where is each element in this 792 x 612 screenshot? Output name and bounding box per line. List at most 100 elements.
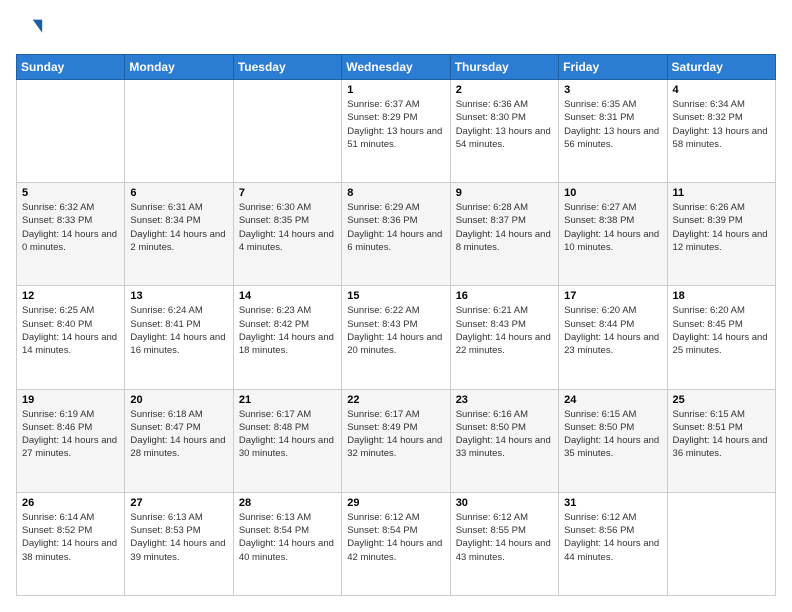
calendar-cell bbox=[125, 80, 233, 183]
day-number: 11 bbox=[673, 187, 770, 199]
day-number: 23 bbox=[456, 394, 553, 406]
calendar-cell: 8 Sunrise: 6:29 AM Sunset: 8:36 PM Daylig… bbox=[342, 183, 450, 286]
day-number: 28 bbox=[239, 497, 336, 509]
day-number: 9 bbox=[456, 187, 553, 199]
calendar-header-saturday: Saturday bbox=[667, 55, 775, 80]
day-info: Sunrise: 6:32 AM Sunset: 8:33 PM Dayligh… bbox=[22, 201, 119, 254]
day-number: 1 bbox=[347, 84, 444, 96]
day-info: Sunrise: 6:15 AM Sunset: 8:51 PM Dayligh… bbox=[673, 408, 770, 461]
day-info: Sunrise: 6:12 AM Sunset: 8:56 PM Dayligh… bbox=[564, 511, 661, 564]
calendar-header-wednesday: Wednesday bbox=[342, 55, 450, 80]
day-info: Sunrise: 6:20 AM Sunset: 8:44 PM Dayligh… bbox=[564, 304, 661, 357]
day-info: Sunrise: 6:37 AM Sunset: 8:29 PM Dayligh… bbox=[347, 98, 444, 151]
calendar-cell: 22 Sunrise: 6:17 AM Sunset: 8:49 PM Dayli… bbox=[342, 389, 450, 492]
day-number: 5 bbox=[22, 187, 119, 199]
calendar-cell: 30 Sunrise: 6:12 AM Sunset: 8:55 PM Dayli… bbox=[450, 492, 558, 595]
calendar-cell: 18 Sunrise: 6:20 AM Sunset: 8:45 PM Dayli… bbox=[667, 286, 775, 389]
calendar-week-row: 12 Sunrise: 6:25 AM Sunset: 8:40 PM Dayli… bbox=[17, 286, 776, 389]
day-number: 4 bbox=[673, 84, 770, 96]
day-info: Sunrise: 6:26 AM Sunset: 8:39 PM Dayligh… bbox=[673, 201, 770, 254]
day-info: Sunrise: 6:29 AM Sunset: 8:36 PM Dayligh… bbox=[347, 201, 444, 254]
logo bbox=[16, 16, 48, 44]
day-number: 2 bbox=[456, 84, 553, 96]
calendar-cell: 27Sunrise: 6:13 AM Sunset: 8:53 PM Dayli… bbox=[125, 492, 233, 595]
logo-icon bbox=[16, 16, 44, 44]
day-info: Sunrise: 6:24 AM Sunset: 8:41 PM Dayligh… bbox=[130, 304, 227, 357]
calendar-week-row: 19 Sunrise: 6:19 AM Sunset: 8:46 PM Dayli… bbox=[17, 389, 776, 492]
day-number: 18 bbox=[673, 290, 770, 302]
calendar-cell: 10 Sunrise: 6:27 AM Sunset: 8:38 PM Dayli… bbox=[559, 183, 667, 286]
day-number: 12 bbox=[22, 290, 119, 302]
day-info: Sunrise: 6:31 AM Sunset: 8:34 PM Dayligh… bbox=[130, 201, 227, 254]
calendar-cell: 14 Sunrise: 6:23 AM Sunset: 8:42 PM Dayli… bbox=[233, 286, 341, 389]
calendar-cell: 28Sunrise: 6:13 AM Sunset: 8:54 PM Dayli… bbox=[233, 492, 341, 595]
day-number: 15 bbox=[347, 290, 444, 302]
day-info: Sunrise: 6:23 AM Sunset: 8:42 PM Dayligh… bbox=[239, 304, 336, 357]
calendar-header-tuesday: Tuesday bbox=[233, 55, 341, 80]
day-info: Sunrise: 6:12 AM Sunset: 8:55 PM Dayligh… bbox=[456, 511, 553, 564]
day-number: 26 bbox=[22, 497, 119, 509]
day-info: Sunrise: 6:18 AM Sunset: 8:47 PM Dayligh… bbox=[130, 408, 227, 461]
day-number: 21 bbox=[239, 394, 336, 406]
day-number: 8 bbox=[347, 187, 444, 199]
day-info: Sunrise: 6:28 AM Sunset: 8:37 PM Dayligh… bbox=[456, 201, 553, 254]
calendar-header-friday: Friday bbox=[559, 55, 667, 80]
calendar-week-row: 5 Sunrise: 6:32 AM Sunset: 8:33 PM Daylig… bbox=[17, 183, 776, 286]
day-number: 17 bbox=[564, 290, 661, 302]
calendar-header-row: SundayMondayTuesdayWednesdayThursdayFrid… bbox=[17, 55, 776, 80]
calendar-cell: 17 Sunrise: 6:20 AM Sunset: 8:44 PM Dayli… bbox=[559, 286, 667, 389]
calendar-cell: 11 Sunrise: 6:26 AM Sunset: 8:39 PM Dayli… bbox=[667, 183, 775, 286]
day-info: Sunrise: 6:22 AM Sunset: 8:43 PM Dayligh… bbox=[347, 304, 444, 357]
calendar-cell: 16Sunrise: 6:21 AM Sunset: 8:43 PM Dayli… bbox=[450, 286, 558, 389]
calendar-cell: 1 Sunrise: 6:37 AM Sunset: 8:29 PM Daylig… bbox=[342, 80, 450, 183]
day-info: Sunrise: 6:16 AM Sunset: 8:50 PM Dayligh… bbox=[456, 408, 553, 461]
calendar-cell: 15 Sunrise: 6:22 AM Sunset: 8:43 PM Dayli… bbox=[342, 286, 450, 389]
day-info: Sunrise: 6:19 AM Sunset: 8:46 PM Dayligh… bbox=[22, 408, 119, 461]
day-info: Sunrise: 6:27 AM Sunset: 8:38 PM Dayligh… bbox=[564, 201, 661, 254]
calendar-header-sunday: Sunday bbox=[17, 55, 125, 80]
calendar-cell: 19 Sunrise: 6:19 AM Sunset: 8:46 PM Dayli… bbox=[17, 389, 125, 492]
calendar-header-thursday: Thursday bbox=[450, 55, 558, 80]
day-number: 19 bbox=[22, 394, 119, 406]
day-info: Sunrise: 6:25 AM Sunset: 8:40 PM Dayligh… bbox=[22, 304, 119, 357]
day-number: 30 bbox=[456, 497, 553, 509]
calendar-cell: 3Sunrise: 6:35 AM Sunset: 8:31 PM Daylig… bbox=[559, 80, 667, 183]
calendar-cell: 7 Sunrise: 6:30 AM Sunset: 8:35 PM Daylig… bbox=[233, 183, 341, 286]
day-number: 6 bbox=[130, 187, 227, 199]
header bbox=[16, 16, 776, 44]
day-number: 13 bbox=[130, 290, 227, 302]
day-info: Sunrise: 6:12 AM Sunset: 8:54 PM Dayligh… bbox=[347, 511, 444, 564]
calendar-cell: 6 Sunrise: 6:31 AM Sunset: 8:34 PM Daylig… bbox=[125, 183, 233, 286]
day-number: 10 bbox=[564, 187, 661, 199]
day-number: 22 bbox=[347, 394, 444, 406]
day-number: 27 bbox=[130, 497, 227, 509]
page: SundayMondayTuesdayWednesdayThursdayFrid… bbox=[0, 0, 792, 612]
calendar-cell: 24Sunrise: 6:15 AM Sunset: 8:50 PM Dayli… bbox=[559, 389, 667, 492]
day-number: 7 bbox=[239, 187, 336, 199]
day-info: Sunrise: 6:14 AM Sunset: 8:52 PM Dayligh… bbox=[22, 511, 119, 564]
calendar-cell: 4Sunrise: 6:34 AM Sunset: 8:32 PM Daylig… bbox=[667, 80, 775, 183]
calendar-week-row: 26 Sunrise: 6:14 AM Sunset: 8:52 PM Dayli… bbox=[17, 492, 776, 595]
calendar-cell: 2Sunrise: 6:36 AM Sunset: 8:30 PM Daylig… bbox=[450, 80, 558, 183]
day-info: Sunrise: 6:20 AM Sunset: 8:45 PM Dayligh… bbox=[673, 304, 770, 357]
calendar-cell: 29 Sunrise: 6:12 AM Sunset: 8:54 PM Dayli… bbox=[342, 492, 450, 595]
calendar-cell: 26 Sunrise: 6:14 AM Sunset: 8:52 PM Dayli… bbox=[17, 492, 125, 595]
day-number: 24 bbox=[564, 394, 661, 406]
calendar-cell: 31 Sunrise: 6:12 AM Sunset: 8:56 PM Dayli… bbox=[559, 492, 667, 595]
day-number: 29 bbox=[347, 497, 444, 509]
calendar-cell: 23 Sunrise: 6:16 AM Sunset: 8:50 PM Dayli… bbox=[450, 389, 558, 492]
day-info: Sunrise: 6:17 AM Sunset: 8:48 PM Dayligh… bbox=[239, 408, 336, 461]
calendar-table: SundayMondayTuesdayWednesdayThursdayFrid… bbox=[16, 54, 776, 596]
calendar-header-monday: Monday bbox=[125, 55, 233, 80]
calendar-cell: 25 Sunrise: 6:15 AM Sunset: 8:51 PM Dayli… bbox=[667, 389, 775, 492]
day-info: Sunrise: 6:35 AM Sunset: 8:31 PM Dayligh… bbox=[564, 98, 661, 151]
calendar-cell bbox=[667, 492, 775, 595]
calendar-cell: 12 Sunrise: 6:25 AM Sunset: 8:40 PM Dayli… bbox=[17, 286, 125, 389]
day-number: 14 bbox=[239, 290, 336, 302]
day-number: 31 bbox=[564, 497, 661, 509]
calendar-cell bbox=[17, 80, 125, 183]
day-info: Sunrise: 6:17 AM Sunset: 8:49 PM Dayligh… bbox=[347, 408, 444, 461]
day-number: 25 bbox=[673, 394, 770, 406]
day-info: Sunrise: 6:30 AM Sunset: 8:35 PM Dayligh… bbox=[239, 201, 336, 254]
calendar-cell: 21 Sunrise: 6:17 AM Sunset: 8:48 PM Dayli… bbox=[233, 389, 341, 492]
